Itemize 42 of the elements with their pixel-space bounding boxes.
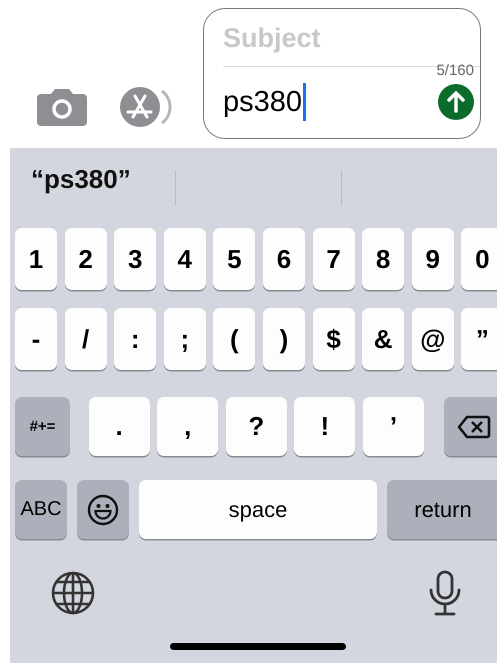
key[interactable]: .	[88, 397, 150, 456]
key[interactable]: -	[15, 308, 57, 370]
key[interactable]: ;	[164, 308, 206, 370]
key[interactable]: :	[114, 308, 156, 370]
suggestion[interactable]: “ps380”	[31, 164, 131, 194]
key[interactable]: 3	[114, 228, 156, 290]
key[interactable]: 6	[262, 228, 305, 290]
key[interactable]: 0	[461, 228, 497, 290]
delete-key[interactable]	[444, 397, 497, 456]
globe-icon[interactable]	[51, 571, 95, 615]
microphone-icon[interactable]	[428, 570, 462, 616]
key[interactable]: 9	[412, 228, 454, 290]
key[interactable]: 5	[213, 228, 256, 290]
key[interactable]: 4	[164, 228, 206, 290]
function-key[interactable]: return	[387, 480, 497, 539]
key[interactable]: &	[362, 308, 404, 370]
key[interactable]: ’	[362, 397, 424, 456]
camera-icon[interactable]	[37, 88, 87, 126]
send-button[interactable]	[438, 84, 474, 120]
subject-field[interactable]: Subject	[223, 23, 463, 54]
key[interactable]: @	[412, 308, 454, 370]
key[interactable]: $	[312, 308, 355, 370]
app-store-icon[interactable]	[118, 87, 174, 127]
key[interactable]: 7	[312, 228, 355, 290]
key[interactable]: ?	[226, 397, 287, 456]
function-key[interactable]: ABC	[15, 480, 67, 539]
space-key[interactable]: space	[139, 480, 377, 539]
key[interactable]: 8	[362, 228, 404, 290]
function-key[interactable]: #+=	[15, 397, 70, 456]
key[interactable]: ”	[461, 308, 497, 370]
key[interactable]: )	[262, 308, 305, 370]
backspace-icon	[456, 414, 491, 438]
key[interactable]: (	[213, 308, 256, 370]
character-counter: 5/160	[436, 62, 474, 79]
key[interactable]: ,	[157, 397, 218, 456]
smiley-icon	[87, 494, 119, 526]
key[interactable]: !	[294, 397, 356, 456]
key[interactable]: 2	[64, 228, 107, 290]
message-field[interactable]: ps380	[223, 83, 306, 121]
key[interactable]: 1	[15, 228, 57, 290]
key[interactable]: /	[64, 308, 107, 370]
emoji-key[interactable]	[77, 480, 129, 539]
